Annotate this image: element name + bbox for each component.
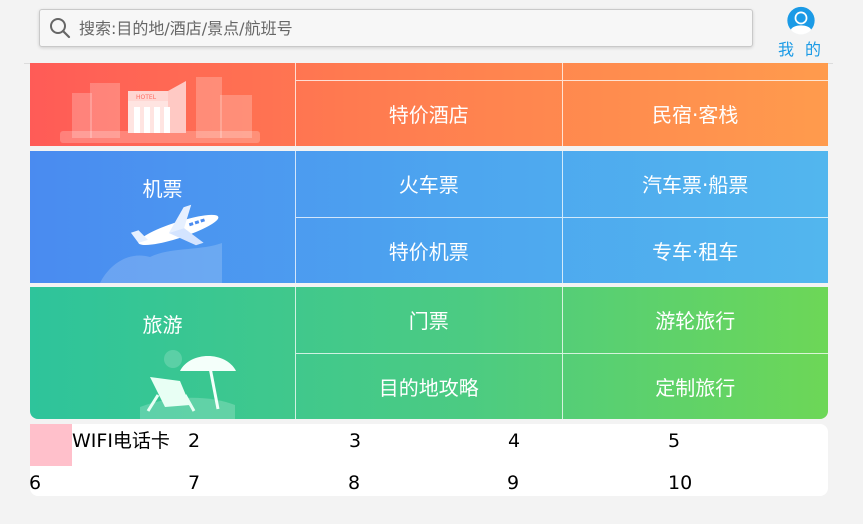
user-avatar-icon	[787, 6, 815, 35]
flight-main-tile[interactable]: 机票	[30, 151, 296, 283]
quick-entry-item[interactable]: 9	[507, 472, 519, 494]
travel-row: 旅游 门票 目的地攻略 游轮旅行 定制旅行	[30, 287, 828, 419]
me-label: 我 的	[777, 40, 825, 59]
hotel-col-1: 特价酒店	[296, 63, 562, 146]
train-ticket-tile[interactable]: 火车票	[296, 151, 562, 217]
quick-entry-item[interactable]: 6	[29, 472, 41, 494]
custom-travel-tile[interactable]: 定制旅行	[562, 352, 828, 420]
wifi-card-thumbnail	[30, 424, 72, 466]
search-input[interactable]	[79, 18, 719, 38]
special-flight-tile[interactable]: 特价机票	[296, 216, 562, 284]
hotel-row: HOTEL 特价酒店 民宿·客栈	[30, 63, 828, 146]
admission-ticket-tile[interactable]: 门票	[296, 287, 562, 353]
quick-entry-item[interactable]: 2	[188, 430, 200, 452]
beach-chair-icon	[140, 350, 236, 419]
search-icon	[50, 18, 71, 39]
special-hotel-tile[interactable]: 特价酒店	[296, 80, 562, 146]
search-box[interactable]	[39, 9, 753, 47]
travel-main-tile[interactable]: 旅游	[30, 287, 296, 419]
flight-col-1: 火车票 特价机票	[296, 151, 562, 283]
airplane-icon	[100, 204, 222, 283]
bus-ship-ticket-tile[interactable]: 汽车票·船票	[563, 151, 829, 217]
quick-entry-item[interactable]: 3	[349, 430, 361, 452]
me-button[interactable]: 我 的	[776, 6, 826, 60]
car-rental-tile[interactable]: 专车·租车	[562, 216, 828, 284]
homestay-inn-tile[interactable]: 民宿·客栈	[562, 80, 828, 146]
quick-entry-item[interactable]: 5	[668, 430, 680, 452]
cruise-travel-tile[interactable]: 游轮旅行	[563, 287, 829, 353]
quick-entry-item[interactable]: WIFI电话卡	[72, 430, 170, 452]
hotel-sub-top-1[interactable]	[296, 63, 562, 80]
hotel-building-icon: HOTEL	[60, 77, 260, 143]
flight-row: 机票 火车票 特价机票 汽车票·船票 专车·租车	[30, 151, 828, 283]
flight-col-2: 汽车票·船票 专车·租车	[561, 151, 829, 284]
hotel-sub-top-2[interactable]	[563, 63, 829, 80]
travel-col-1: 门票 目的地攻略	[296, 287, 562, 419]
travel-col-2: 游轮旅行 定制旅行	[561, 287, 829, 420]
quick-entry-item[interactable]: 8	[348, 472, 360, 494]
quick-entry-item[interactable]: 10	[668, 472, 692, 494]
quick-entry-item[interactable]: 4	[508, 430, 520, 452]
destination-guide-tile[interactable]: 目的地攻略	[296, 352, 562, 420]
top-header: 我 的	[24, 0, 833, 64]
hotel-main-tile[interactable]: HOTEL	[30, 63, 296, 146]
hotel-col-2: 民宿·客栈	[561, 63, 829, 146]
quick-entry-item[interactable]: 7	[188, 472, 200, 494]
svg-text:HOTEL: HOTEL	[136, 94, 157, 101]
